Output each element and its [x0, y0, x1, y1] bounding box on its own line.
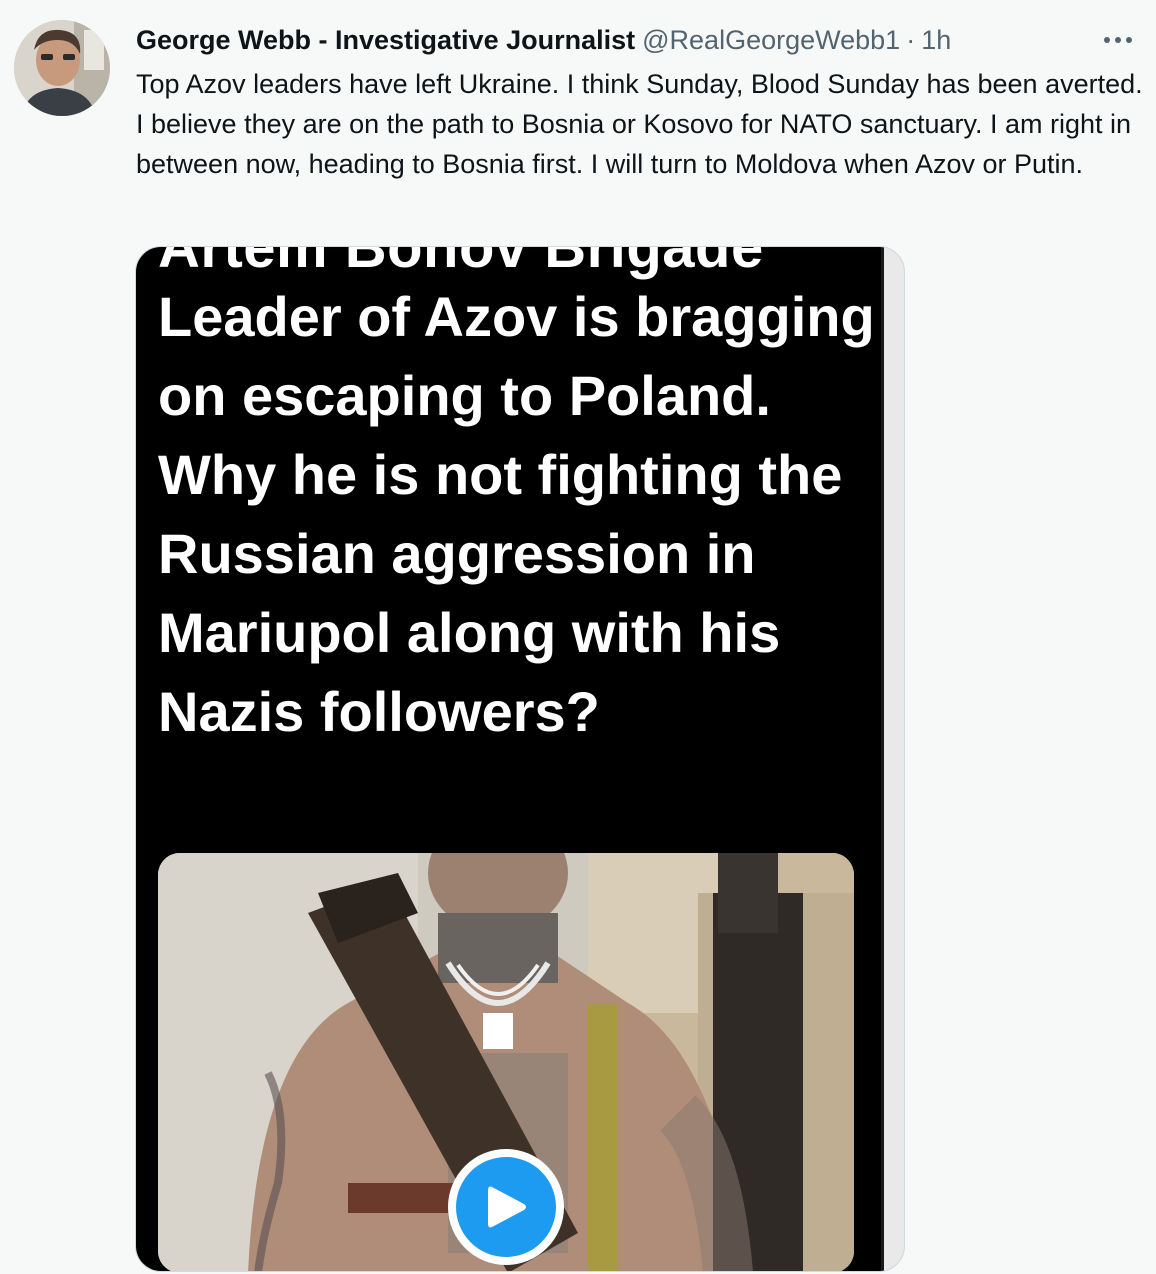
author-handle[interactable]: @RealGeorgeWebb1 — [642, 25, 900, 56]
ellipsis-icon[interactable] — [1100, 26, 1136, 54]
avatar[interactable] — [14, 20, 110, 116]
author-name[interactable]: George Webb - Investigative Journalist — [136, 25, 635, 56]
media-scroll-edge — [881, 247, 904, 1271]
tweet-media[interactable]: Artem Bonov Brigade Leader of Azov is br… — [135, 246, 905, 1272]
media-overlay-text: Leader of Azov is bragging on escaping t… — [158, 285, 875, 743]
tweet-header: George Webb - Investigative Journalist @… — [136, 22, 1136, 58]
header-separator: · — [906, 24, 916, 55]
tweet-text: Top Azov leaders have left Ukraine. I th… — [136, 69, 1143, 179]
avatar-photo — [14, 20, 110, 116]
play-icon — [456, 1157, 556, 1257]
tweet-timestamp[interactable]: 1h — [921, 25, 951, 56]
play-button[interactable] — [448, 1149, 564, 1265]
media-overlay-panel: Artem Bonov Brigade Leader of Azov is br… — [136, 247, 884, 1271]
tweet-card[interactable]: George Webb - Investigative Journalist @… — [0, 0, 1156, 1274]
